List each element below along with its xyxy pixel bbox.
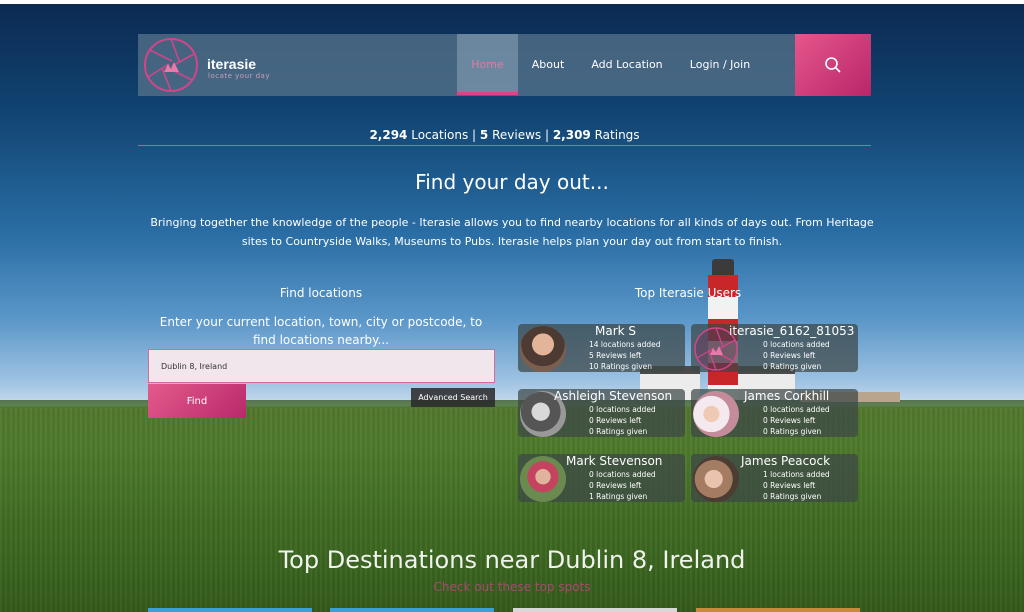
- locations-label: Locations |: [407, 128, 480, 142]
- user-locations: 0 locations added: [589, 470, 656, 479]
- avatar: [520, 456, 566, 502]
- top-users-title: Top Iterasie Users: [634, 286, 742, 300]
- search-button[interactable]: [795, 34, 871, 96]
- user-locations: 0 locations added: [763, 405, 830, 414]
- nav-home[interactable]: Home: [457, 34, 518, 95]
- site-stats: 2,294 Locations | 5 Reviews | 2,309 Rati…: [138, 128, 871, 142]
- user-card[interactable]: iterasie_6162_81053 0 locations added 0 …: [691, 324, 858, 372]
- user-ratings: 0 Ratings given: [763, 427, 822, 436]
- brand-name[interactable]: iterasie: [207, 56, 256, 72]
- ratings-label: Ratings: [590, 128, 640, 142]
- user-locations: 0 locations added: [763, 340, 830, 349]
- avatar: [520, 326, 566, 372]
- locations-count: 2,294: [369, 128, 408, 142]
- user-locations: 1 locations added: [763, 470, 830, 479]
- reviews-label: Reviews |: [488, 128, 553, 142]
- user-reviews: 0 Reviews left: [763, 481, 816, 490]
- avatar: [693, 456, 739, 502]
- user-ratings: 0 Ratings given: [763, 362, 822, 371]
- nav-login-join[interactable]: Login / Join: [683, 34, 757, 96]
- user-ratings: 10 Ratings given: [589, 362, 653, 371]
- user-locations: 0 locations added: [589, 405, 656, 414]
- nav-add-location[interactable]: Add Location: [586, 34, 668, 96]
- advanced-search-button[interactable]: Advanced Search: [411, 388, 495, 407]
- search-icon: [825, 57, 841, 73]
- user-card[interactable]: Mark S 14 locations added 5 Reviews left…: [518, 324, 685, 372]
- avatar: [693, 391, 739, 437]
- top-destinations-subtitle: Check out these top spots: [433, 580, 591, 594]
- user-locations: 14 locations added: [589, 340, 661, 349]
- user-reviews: 0 Reviews left: [763, 416, 816, 425]
- navbar: iterasie locate your day Home About Add …: [138, 34, 871, 96]
- ratings-count: 2,309: [552, 128, 591, 142]
- destination-card[interactable]: [330, 608, 494, 612]
- user-card[interactable]: Ashleigh Stevenson 0 locations added 0 R…: [518, 389, 685, 437]
- reviews-count: 5: [479, 128, 489, 142]
- user-reviews: 0 Reviews left: [763, 351, 816, 360]
- user-reviews: 5 Reviews left: [589, 351, 642, 360]
- find-locations-title: Find locations: [279, 286, 363, 300]
- user-name: iterasie_6162_81053: [729, 324, 855, 338]
- brand-tagline: locate your day: [208, 72, 270, 80]
- divider: [138, 145, 871, 146]
- user-ratings: 0 Ratings given: [589, 427, 648, 436]
- user-card[interactable]: Mark Stevenson 0 locations added 0 Revie…: [518, 454, 685, 502]
- location-input[interactable]: [148, 349, 495, 383]
- destination-card[interactable]: [696, 608, 860, 612]
- user-name: James Corkhill: [744, 389, 830, 403]
- logo-icon[interactable]: [142, 36, 200, 94]
- user-name: James Peacock: [741, 454, 831, 468]
- hero-description: Bringing together the knowledge of the p…: [150, 216, 874, 248]
- nav-about[interactable]: About: [522, 34, 574, 96]
- user-card[interactable]: James Corkhill 0 locations added 0 Revie…: [691, 389, 858, 437]
- user-card[interactable]: James Peacock 1 locations added 0 Review…: [691, 454, 858, 502]
- user-ratings: 0 Ratings given: [763, 492, 822, 501]
- hero-title: Find your day out...: [415, 170, 609, 194]
- find-prompt: Enter your current location, town, city …: [159, 315, 483, 347]
- user-reviews: 0 Reviews left: [589, 416, 642, 425]
- user-ratings: 1 Ratings given: [589, 492, 648, 501]
- top-destinations-title: Top Destinations near Dublin 8, Ireland: [278, 546, 746, 574]
- destination-card[interactable]: [513, 608, 677, 612]
- find-button[interactable]: Find: [148, 384, 246, 418]
- destination-card[interactable]: [148, 608, 312, 612]
- user-reviews: 0 Reviews left: [589, 481, 642, 490]
